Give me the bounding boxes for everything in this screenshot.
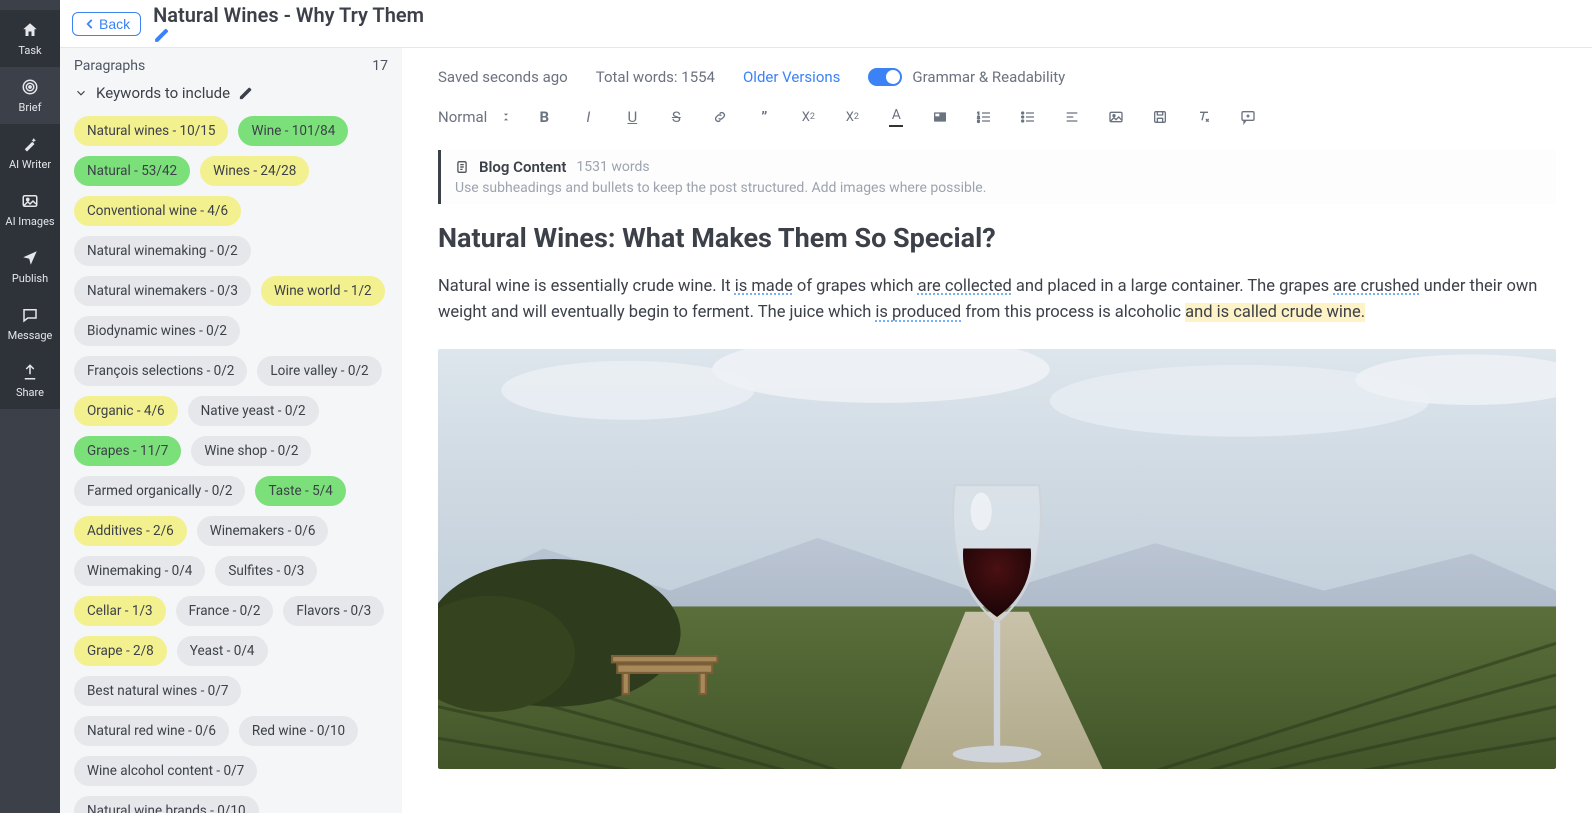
keyword-pill[interactable]: Organic - 4/6 [74,396,178,426]
keyword-pill[interactable]: Grapes - 11/7 [74,436,181,466]
rail-label: Publish [12,272,48,285]
paragraph-count: Paragraphs 17 [74,58,388,74]
back-button[interactable]: Back [72,12,141,36]
header: Back Natural Wines - Why Try Them [60,0,1592,48]
align-button[interactable] [1061,106,1083,128]
editor-toolbar: Normal B I U S ” X2 X2 A [438,106,1556,128]
comment-button[interactable] [1237,106,1259,128]
keyword-pill[interactable]: Natural winemakers - 0/3 [74,276,251,306]
edit-icon[interactable] [153,27,430,44]
target-icon [20,77,40,97]
nav-rail: Task Brief AI Writer AI Images Publish [0,0,60,813]
strike-button[interactable]: S [665,106,687,128]
upload-icon [20,362,40,382]
underline-button[interactable]: U [621,106,643,128]
rail-item-task[interactable]: Task [0,10,60,67]
keyword-pill[interactable]: Natural red wine - 0/6 [74,716,229,746]
article-image [438,349,1556,769]
ordered-list-button[interactable]: 123 [973,106,995,128]
format-select[interactable]: Normal [438,108,511,126]
keyword-pill[interactable]: François selections - 0/2 [74,356,247,386]
keyword-pill[interactable]: Additives - 2/6 [74,516,187,546]
keyword-pill[interactable]: Natural wines - 10/15 [74,116,228,146]
svg-text:3: 3 [978,118,980,123]
rail-label: Brief [19,101,42,114]
back-label: Back [99,16,130,32]
keyword-pill[interactable]: Native yeast - 0/2 [188,396,319,426]
bullet-list-button[interactable] [1017,106,1039,128]
keyword-pill[interactable]: France - 0/2 [176,596,274,626]
rail-label: AI Writer [9,158,51,171]
image-icon [20,191,40,211]
keyword-pill[interactable]: Flavors - 0/3 [283,596,384,626]
keyword-pill[interactable]: Taste - 5/4 [255,476,345,506]
chat-icon [20,305,40,325]
keyword-pill[interactable]: Red wine - 0/10 [239,716,358,746]
article-paragraph[interactable]: Natural wine is essentially crude wine. … [438,274,1556,327]
keyword-panel: Paragraphs 17 Keywords to include Natura… [60,48,402,813]
keyword-pill[interactable]: Wines - 24/28 [200,156,309,186]
rail-label: AI Images [5,215,54,228]
content-info-box: Blog Content 1531 words Use subheadings … [438,150,1556,204]
rail-item-share[interactable]: Share [0,352,60,409]
save-button[interactable] [1149,106,1171,128]
rail-item-brief[interactable]: Brief [0,67,60,124]
image-block-button[interactable] [929,106,951,128]
keyword-pill[interactable]: Cellar - 1/3 [74,596,166,626]
keyword-pill[interactable]: Best natural wines - 0/7 [74,676,241,706]
keyword-pill[interactable]: Wine alcohol content - 0/7 [74,756,257,786]
editor-topbar: Saved seconds ago Total words: 1554 Olde… [438,68,1556,86]
keyword-pill[interactable]: Natural winemaking - 0/2 [74,236,251,266]
keyword-pill[interactable]: Grape - 2/8 [74,636,167,666]
quote-button[interactable]: ” [753,106,775,128]
keyword-pill[interactable]: Wine shop - 0/2 [191,436,311,466]
total-words-label: Total words: 1554 [596,68,715,86]
keyword-pills: Natural wines - 10/15 Wine - 101/84 Natura… [74,116,388,813]
grammar-toggle[interactable] [868,68,902,86]
insert-image-button[interactable] [1105,106,1127,128]
keyword-pill[interactable]: Winemakers - 0/6 [197,516,329,546]
document-icon [455,160,469,174]
article-heading[interactable]: Natural Wines: What Makes Them So Specia… [438,222,1556,254]
page-title: Natural Wines - Why Try Them [153,3,430,44]
editor-area: Saved seconds ago Total words: 1554 Olde… [402,48,1592,813]
clear-format-button[interactable] [1193,106,1215,128]
subscript-button[interactable]: X2 [797,106,819,128]
send-icon [20,248,40,268]
keyword-pill[interactable]: Biodynamic wines - 0/2 [74,316,240,346]
keyword-pill[interactable]: Wine - 101/84 [238,116,348,146]
edit-icon[interactable] [238,86,253,101]
bold-button[interactable]: B [533,106,555,128]
keyword-pill[interactable]: Winemaking - 0/4 [74,556,205,586]
rail-item-aiimages[interactable]: AI Images [0,181,60,238]
wand-icon [20,134,40,154]
keyword-pill[interactable]: Wine world - 1/2 [261,276,385,306]
text-color-button[interactable]: A [885,106,907,128]
italic-button[interactable]: I [577,106,599,128]
rail-label: Message [8,329,53,342]
keyword-pill[interactable]: Loire valley - 0/2 [257,356,381,386]
rail-item-message[interactable]: Message [0,295,60,352]
content-info-count: 1531 words [576,159,649,175]
keywords-heading[interactable]: Keywords to include [74,84,388,102]
rail-item-aiwriter[interactable]: AI Writer [0,124,60,181]
content-info-title: Blog Content [479,158,566,176]
keyword-pill[interactable]: Sulfites - 0/3 [215,556,317,586]
rail-item-publish[interactable]: Publish [0,238,60,295]
superscript-button[interactable]: X2 [841,106,863,128]
rail-label: Task [18,44,41,57]
link-button[interactable] [709,106,731,128]
home-icon [20,20,40,40]
keyword-pill[interactable]: Conventional wine - 4/6 [74,196,241,226]
rail-label: Share [16,386,44,399]
keyword-pill[interactable]: Farmed organically - 0/2 [74,476,245,506]
saved-label: Saved seconds ago [438,68,568,86]
grammar-label: Grammar & Readability [912,68,1065,86]
keyword-pill[interactable]: Natural wine brands - 0/10 [74,796,259,813]
older-versions-link[interactable]: Older Versions [743,68,840,86]
keyword-pill[interactable]: Yeast - 0/4 [177,636,268,666]
keyword-pill[interactable]: Natural - 53/42 [74,156,190,186]
content-info-hint: Use subheadings and bullets to keep the … [455,180,1542,196]
